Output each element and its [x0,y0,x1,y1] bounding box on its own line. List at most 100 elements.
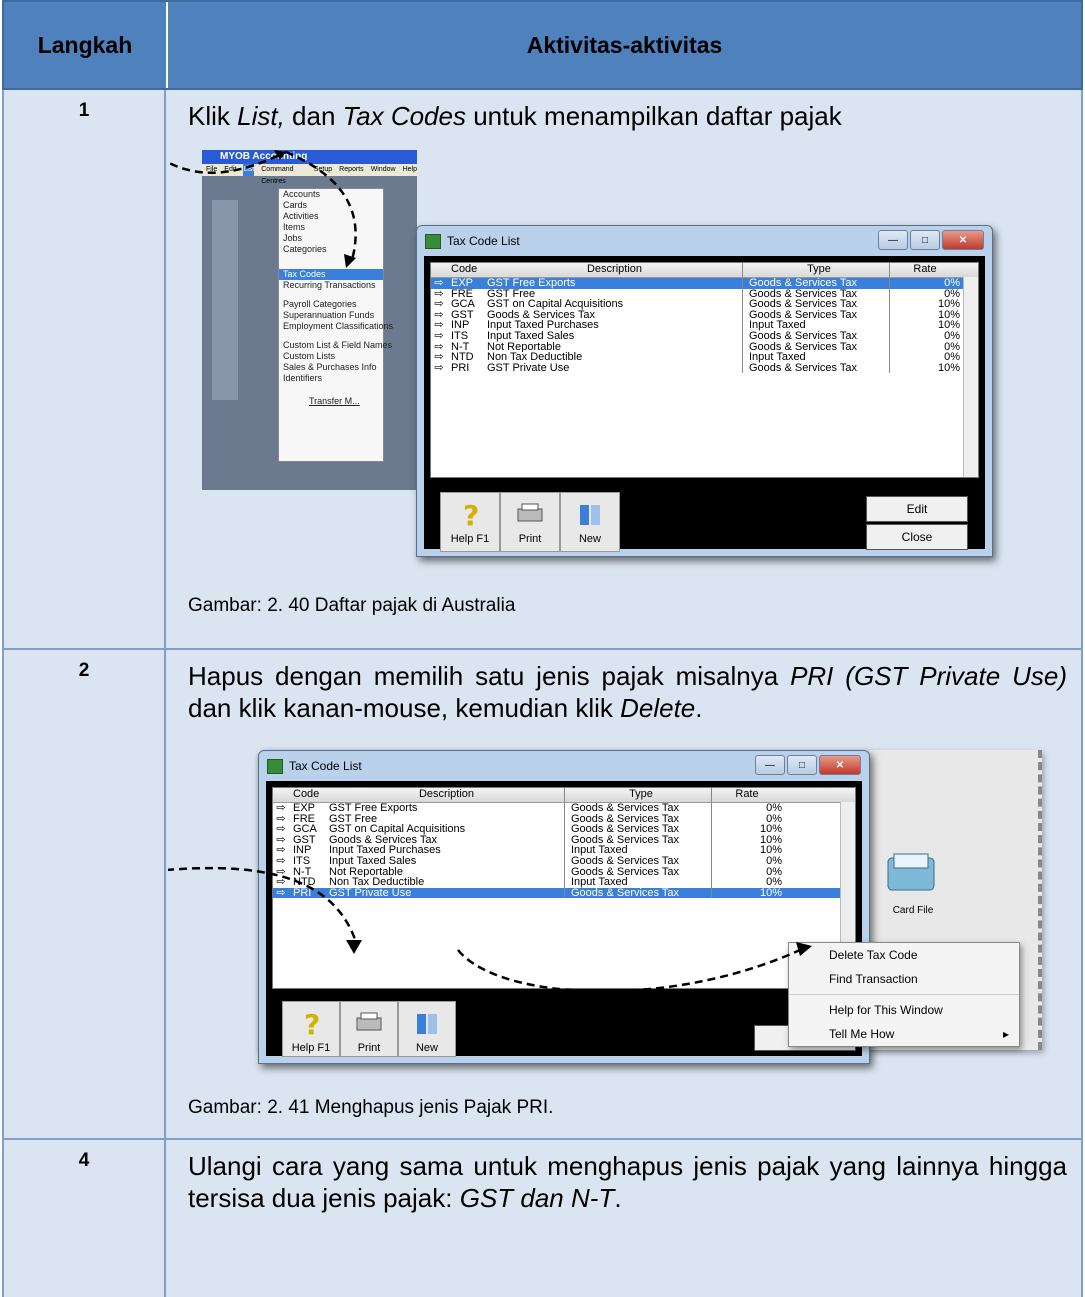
list-scrollbar[interactable] [963,277,978,477]
delete-tax-code-item[interactable]: Delete Tax Code [789,943,1019,967]
arrow-icon[interactable]: ⇨ [273,856,289,867]
print-button[interactable]: Print [340,1001,398,1057]
arrow-icon[interactable]: ⇨ [273,814,289,825]
arrow-icon[interactable]: ⇨ [273,888,289,899]
menu-item[interactable]: Custom Lists [279,351,383,362]
menu-item[interactable]: Accounts [279,189,383,200]
menu-setup[interactable]: Setup [314,164,332,176]
menu-edit[interactable]: Edit [224,164,236,176]
close-icon[interactable]: ✕ [942,230,984,250]
type-cell: Goods & Services Tax [742,278,889,289]
arrow-icon[interactable]: ⇨ [273,835,289,846]
close-button[interactable]: Close [866,524,968,550]
arrow-icon[interactable]: ⇨ [273,877,289,888]
arrow-icon[interactable]: ⇨ [431,278,447,289]
step-number: 1 [4,90,166,648]
arrow-icon[interactable]: ⇨ [431,289,447,300]
arrow-icon[interactable]: ⇨ [273,867,289,878]
help-button[interactable]: ? Help F1 [282,1001,340,1057]
help-window-item[interactable]: Help for This Window [789,998,1019,1022]
arrow-icon[interactable]: ⇨ [431,310,447,321]
arrow-icon[interactable]: ⇨ [431,342,447,353]
menu-command-centres[interactable]: Command Centres [261,164,307,185]
minimize-icon[interactable]: — [878,230,908,250]
description-cell: Input Taxed Sales [487,330,575,342]
table-row[interactable]: ⇨ GCA GST on Capital Acquisitions Goods & S… [431,299,978,310]
rate-cell: 10% [711,824,788,835]
menu-window[interactable]: Window [371,164,396,176]
table-row[interactable]: ⇨ FRE GST Free Goods & Services Tax 0% [431,288,978,300]
menu-reports[interactable]: Reports [339,164,364,176]
table-row[interactable]: ⇨ N-T Not Reportable Goods & Services Tax 0% [273,866,855,878]
type-cell: Input Taxed [742,352,889,363]
step-row-4: 4 Ulangi cara yang sama untuk menghapus … [2,1140,1083,1297]
arrow-icon[interactable]: ⇨ [431,331,447,342]
table-row[interactable]: ⇨ INP Input Taxed Purchases Input Taxed 10% [431,320,978,331]
rate-cell: 10% [711,845,788,856]
arrow-icon[interactable]: ⇨ [273,845,289,856]
arrow-icon[interactable]: ⇨ [431,320,447,331]
table-row[interactable]: ⇨ GCA GST on Capital Acquisitions Goods & S… [273,824,855,835]
menu-item[interactable]: Categories [279,244,383,255]
table-row[interactable]: ⇨ FRE GST Free Goods & Services Tax 0% [273,813,855,825]
maximize-icon[interactable]: □ [910,230,940,250]
help-button[interactable]: ? Help F1 [440,492,500,552]
window-app-icon [425,233,441,249]
menu-item[interactable]: Sales & Purchases Info [279,362,383,373]
table-row[interactable]: ⇨ PRI GST Private Use Goods & Services Tax 1… [273,887,855,899]
table-row[interactable]: ⇨ GST Goods & Services Tax Goods & Services… [431,309,978,321]
code-cell: NTD [451,352,474,363]
table-row[interactable]: ⇨ PRI GST Private Use Goods & Services Tax 1… [431,362,978,374]
menu-item[interactable]: Custom List & Field Names [279,340,392,351]
menu-item-tax-codes[interactable]: Tax Codes [279,269,383,280]
card-file-icon[interactable]: Card File [878,850,948,920]
arrow-icon[interactable]: ⇨ [273,824,289,835]
menu-item[interactable]: Jobs [279,233,383,244]
table-row[interactable]: ⇨ EXP GST Free Exports Goods & Services Tax… [273,803,855,814]
menu-item[interactable]: Recurring Transactions [279,280,383,291]
table-row[interactable]: ⇨ ITS Input Taxed Sales Goods & Services Ta… [431,330,978,342]
menu-help[interactable]: Help [403,164,417,176]
menu-item[interactable]: Identifiers [279,373,383,384]
menu-file[interactable]: File [206,164,217,176]
menu-list[interactable]: List [243,164,255,176]
tell-me-how-item[interactable]: Tell Me How ▸ [789,1022,1019,1046]
menu-item[interactable]: Cards [279,200,383,211]
code-cell: NTD [293,877,316,888]
menu-item[interactable]: Transfer M... [279,396,383,407]
table-row[interactable]: ⇨ INP Input Taxed Purchases Input Taxed 10% [273,845,855,856]
menu-item[interactable]: Employment Classifications [279,321,393,332]
type-cell: Goods & Services Tax [564,855,711,867]
description-cell: Input Taxed Sales [329,855,417,867]
new-button[interactable]: New [398,1001,456,1057]
menu-item[interactable]: Superannuation Funds [279,310,383,321]
step-row-2: 2 Hapus dengan memilih satu jenis pajak … [2,650,1083,1140]
arrow-icon[interactable]: ⇨ [431,352,447,363]
print-button[interactable]: Print [500,492,560,552]
maximize-icon[interactable]: □ [787,755,817,775]
find-transaction-item[interactable]: Find Transaction [789,967,1019,991]
table-row[interactable]: ⇨ EXP GST Free Exports Goods & Services Tax… [431,278,978,289]
table-row[interactable]: ⇨ N-T Not Reportable Goods & Services Tax 0% [431,341,978,353]
menu-item[interactable]: Activities [279,211,383,222]
minimize-icon[interactable]: — [755,755,785,775]
rate-cell: 0% [889,341,966,353]
tax-code-list: Code Description Type Rate ⇨ EXP GST Free … [430,262,979,478]
close-icon[interactable]: ✕ [819,755,861,775]
table-row[interactable]: ⇨ GST Goods & Services Tax Goods & Services… [273,834,855,846]
new-button[interactable]: New [560,492,620,552]
col-type: Type [564,788,711,802]
menu-item[interactable]: Payroll Categories [279,299,383,310]
table-row[interactable]: ⇨ NTD Non Tax Deductible Input Taxed 0% [431,352,978,363]
code-cell: GST [451,309,474,321]
description-cell: GST Free [487,288,536,300]
table-row[interactable]: ⇨ ITS Input Taxed Sales Goods & Services Ta… [273,855,855,867]
arrow-icon[interactable]: ⇨ [431,363,447,374]
table-row[interactable]: ⇨ NTD Non Tax Deductible Input Taxed 0% [273,877,855,888]
rate-cell: 0% [711,877,788,888]
arrow-icon[interactable]: ⇨ [431,299,447,310]
edit-button[interactable]: Edit [866,496,968,522]
rate-cell: 0% [889,278,966,289]
arrow-icon[interactable]: ⇨ [273,803,289,814]
menu-item[interactable]: Items [279,222,383,233]
